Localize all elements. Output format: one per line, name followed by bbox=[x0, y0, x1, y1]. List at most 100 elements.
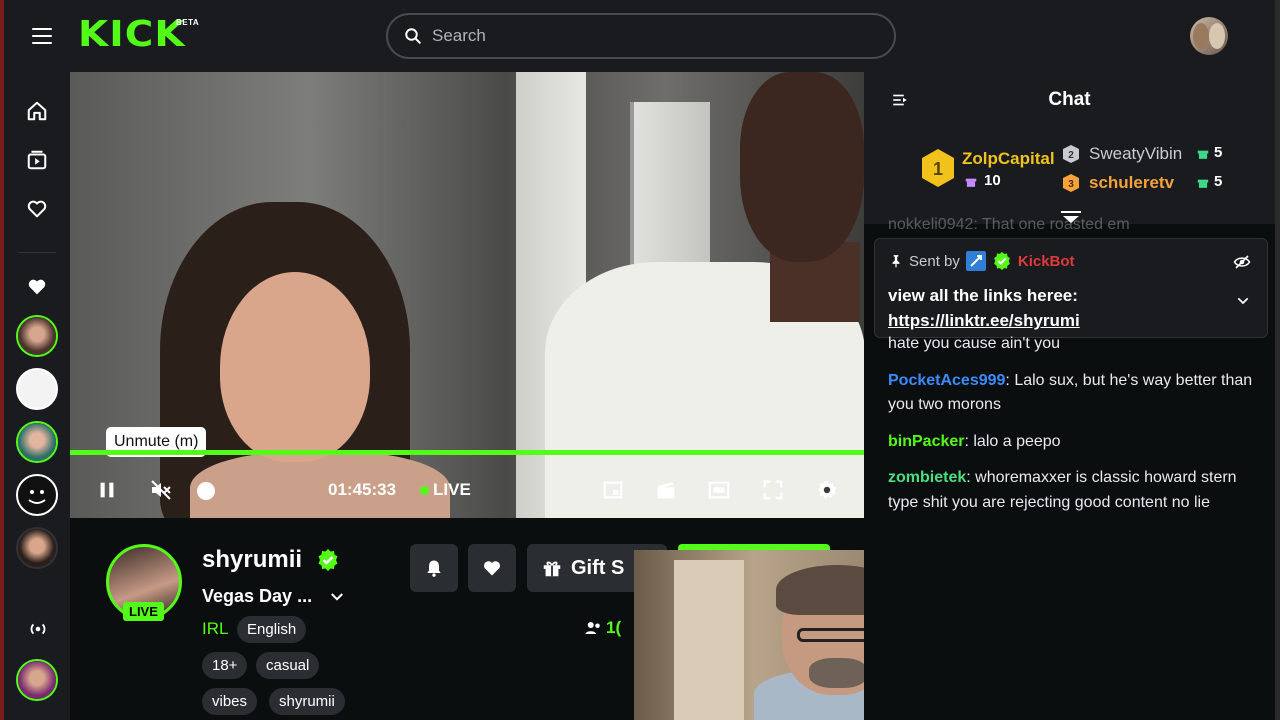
verified-icon bbox=[318, 549, 338, 571]
pinned-message-text: view all the links heree: https://linktr… bbox=[888, 283, 1228, 333]
video-player[interactable]: Unmute (m) 01:45:33 LIVE bbox=[70, 72, 864, 518]
search-bar[interactable] bbox=[386, 13, 896, 59]
chevron-down-icon[interactable] bbox=[328, 588, 346, 606]
webcam-frame bbox=[674, 560, 744, 720]
chat-username[interactable]: binPacker bbox=[888, 433, 964, 450]
kick-logo[interactable]: KICK bbox=[78, 14, 186, 55]
followed-channel-avatar[interactable] bbox=[16, 527, 58, 569]
viewers-icon bbox=[585, 622, 600, 634]
search-input[interactable] bbox=[432, 26, 872, 46]
sidebar-divider bbox=[18, 252, 56, 253]
top-bar: KICK BETA bbox=[4, 0, 1275, 72]
notification-bell-button[interactable] bbox=[410, 544, 458, 592]
frame-edge-right bbox=[1275, 0, 1280, 720]
home-icon[interactable] bbox=[26, 100, 48, 122]
bot-badge-icon bbox=[965, 251, 986, 271]
pinned-sender-name[interactable]: KickBot bbox=[1018, 253, 1075, 270]
chevron-down-icon[interactable] bbox=[1235, 293, 1251, 309]
chat-message-faded: nokkeli0942: That one roasted em bbox=[888, 216, 1130, 233]
scroll-down-icon[interactable] bbox=[1060, 210, 1082, 224]
leader-name[interactable]: SweatyVibin bbox=[1089, 144, 1182, 164]
progress-bar[interactable] bbox=[70, 450, 864, 455]
beta-badge: BETA bbox=[176, 18, 200, 27]
sidebar bbox=[4, 72, 70, 720]
gift-icon bbox=[543, 561, 561, 577]
pinned-message-link[interactable]: https://linktr.ee/shyrumi bbox=[888, 311, 1080, 330]
pinned-message: Sent by KickBot view all the links heree… bbox=[874, 238, 1268, 338]
chat-header: Chat bbox=[864, 72, 1275, 128]
chat-username[interactable]: zombietek bbox=[888, 469, 966, 486]
svg-text:1: 1 bbox=[933, 159, 943, 179]
live-dot bbox=[420, 486, 429, 495]
settings-gear-icon[interactable] bbox=[814, 477, 840, 503]
bell-icon bbox=[427, 560, 441, 577]
chat-message-text: hate you cause ain't you bbox=[888, 335, 1061, 352]
tag-chip[interactable]: 18+ bbox=[202, 652, 248, 679]
pinned-message-body: view all the links heree: bbox=[888, 286, 1078, 305]
follow-heart-button[interactable] bbox=[468, 544, 516, 592]
live-channels-icon[interactable] bbox=[26, 618, 50, 640]
fullscreen-icon[interactable] bbox=[760, 477, 786, 503]
player-controls: 01:45:33 LIVE bbox=[70, 467, 864, 515]
chat-message-text: lalo a peepo bbox=[973, 432, 1061, 450]
followed-channel-avatar[interactable] bbox=[16, 421, 58, 463]
heart-filled-icon bbox=[26, 276, 48, 298]
user-avatar[interactable] bbox=[1190, 17, 1228, 55]
clip-icon[interactable] bbox=[653, 477, 679, 503]
pin-icon bbox=[892, 255, 900, 268]
live-badge: LIVE bbox=[123, 602, 164, 621]
menu-icon[interactable] bbox=[32, 28, 52, 44]
leader-count: 10 bbox=[984, 172, 1001, 189]
chat-title: Chat bbox=[1048, 89, 1091, 110]
mini-player-icon[interactable] bbox=[600, 477, 626, 503]
verified-icon bbox=[993, 251, 1010, 271]
chat-message: binPacker: lalo a peepo bbox=[888, 432, 1061, 450]
webcam-frame bbox=[809, 658, 867, 688]
tag-chip[interactable]: vibes bbox=[202, 688, 258, 715]
chat-message: PocketAces999: Lalo sux, but he's way be… bbox=[888, 371, 1253, 414]
chat-username[interactable]: PocketAces999 bbox=[888, 372, 1005, 389]
followed-channel-avatar[interactable] bbox=[16, 368, 58, 410]
following-icon[interactable] bbox=[26, 198, 48, 220]
followed-channel-avatar[interactable] bbox=[16, 315, 58, 357]
gift-subs-label: Gift S bbox=[571, 556, 625, 579]
volume-slider[interactable] bbox=[197, 482, 215, 500]
heart-icon bbox=[483, 561, 501, 576]
chat-message: zombietek: whoremaxxer is classic howard… bbox=[888, 469, 1237, 511]
mute-icon[interactable] bbox=[148, 477, 174, 503]
leader-name[interactable]: ZolpCapital bbox=[962, 149, 1055, 169]
browse-icon[interactable] bbox=[26, 149, 48, 171]
svg-text:2: 2 bbox=[1068, 150, 1074, 161]
chat-message: hate you cause ain't you bbox=[888, 332, 1258, 357]
leader-count: 5 bbox=[1214, 173, 1223, 190]
theater-mode-icon[interactable] bbox=[706, 477, 732, 503]
rank-2-badge-icon: 2 bbox=[1063, 145, 1079, 163]
gift-icon bbox=[1197, 179, 1209, 188]
leader-name[interactable]: schuleretv bbox=[1089, 173, 1174, 193]
live-label[interactable]: LIVE bbox=[433, 480, 471, 500]
leader-count: 5 bbox=[1214, 144, 1223, 161]
video-frame bbox=[740, 72, 864, 262]
chat-panel: Chat 1 ZolpCapital 10 2 SweatyVibin 5 3 … bbox=[864, 72, 1275, 720]
tag-chip[interactable]: casual bbox=[256, 652, 320, 679]
channel-name[interactable]: shyrumii bbox=[202, 546, 302, 574]
stream-category[interactable]: IRL bbox=[202, 619, 228, 639]
chat-messages: hate you cause ain't you PocketAces999: … bbox=[888, 332, 1258, 527]
search-icon bbox=[405, 28, 421, 44]
gift-icon bbox=[965, 178, 977, 187]
recommended-channel-avatar[interactable] bbox=[16, 659, 58, 701]
hide-pin-icon[interactable] bbox=[1233, 253, 1251, 271]
stream-time: 01:45:33 bbox=[328, 480, 397, 499]
svg-text:3: 3 bbox=[1068, 179, 1074, 190]
tag-chip[interactable]: English bbox=[237, 616, 307, 643]
pinned-sender-row: Sent by KickBot bbox=[889, 251, 1075, 271]
stream-title: Vegas Day ... bbox=[202, 586, 313, 606]
pause-icon[interactable] bbox=[94, 477, 120, 503]
tag-chip[interactable]: shyrumii bbox=[269, 688, 345, 715]
viewer-count: 1( bbox=[584, 618, 621, 638]
sent-by-label: Sent by bbox=[909, 252, 960, 270]
followed-channel-avatar[interactable] bbox=[16, 474, 58, 516]
viewer-count-value: 1( bbox=[606, 618, 622, 637]
gift-icon bbox=[1197, 150, 1209, 159]
rank-3-badge-icon: 3 bbox=[1063, 174, 1079, 192]
